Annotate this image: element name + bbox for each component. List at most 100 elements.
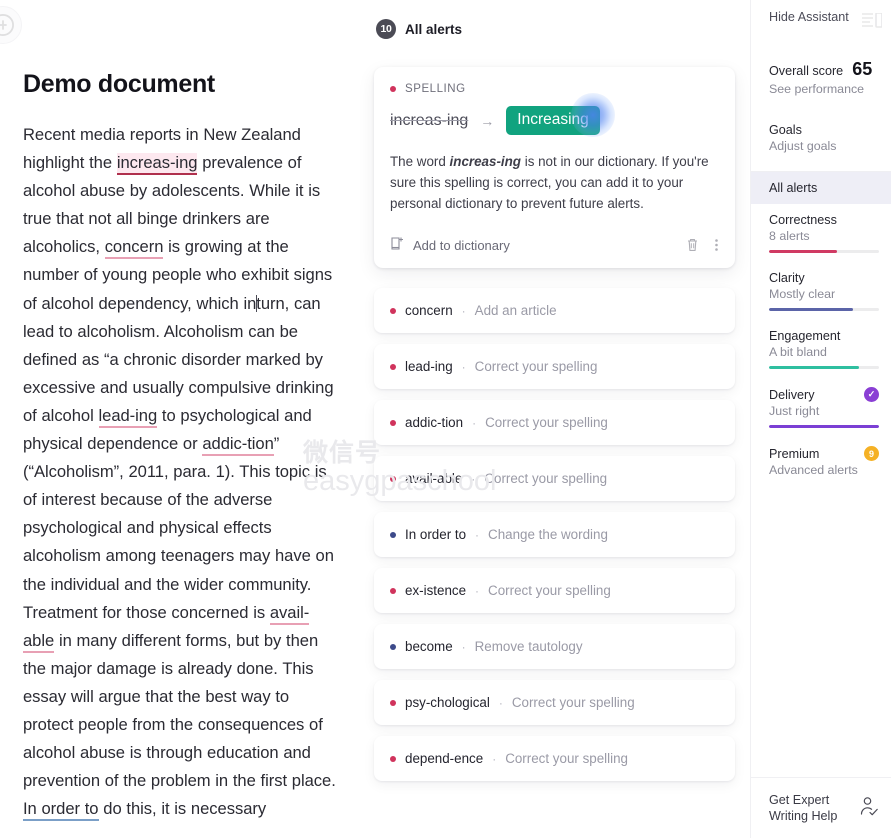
more-options-icon[interactable]: [714, 237, 719, 253]
get-expert-help-button[interactable]: Get Expert Writing Help: [751, 777, 891, 838]
metric-title: Premium: [769, 446, 820, 461]
see-performance-link[interactable]: See performance: [769, 82, 879, 96]
alert-row-action: Correct your spelling: [474, 359, 598, 374]
alerts-pane: 10 All alerts SPELLING increas-ing → Inc…: [360, 0, 750, 838]
alert-category-label: SPELLING: [405, 83, 466, 95]
trash-icon[interactable]: [685, 237, 700, 253]
alert-row-separator: ·: [475, 583, 480, 598]
document-pane: Demo document Recent media reports in Ne…: [0, 0, 360, 838]
goals-label: Goals: [769, 123, 802, 137]
metric-progress-bar: [769, 250, 879, 253]
alert-row-action: Remove tautology: [474, 639, 583, 654]
document-body[interactable]: Recent media reports in New Zealand high…: [23, 121, 338, 823]
alert-row[interactable]: lead-ing · Correct your spelling: [374, 344, 735, 389]
alert-row[interactable]: avail-able · Correct your spelling: [374, 456, 735, 501]
all-alerts-label: All alerts: [769, 181, 818, 195]
metric-subtitle: Advanced alerts: [769, 463, 858, 477]
metric-subtitle: A bit bland: [769, 345, 827, 359]
alert-row[interactable]: addic-tion · Correct your spelling: [374, 400, 735, 445]
get-expert-help-label: Get Expert Writing Help: [769, 793, 838, 823]
clarity-underline-in-order-to[interactable]: In order to: [23, 799, 99, 822]
sidebar-item-correctness[interactable]: Correctness 8 alerts: [751, 204, 891, 262]
alert-row-word: avail-able: [405, 471, 463, 486]
sidebar-item-engagement[interactable]: Engagement A bit bland: [751, 320, 891, 378]
collapse-panel-icon[interactable]: [862, 12, 883, 33]
alert-type-dot-icon: [390, 643, 396, 650]
metric-progress-bar: [769, 425, 879, 428]
sidebar-item-premium[interactable]: Premium 9 Advanced alerts: [751, 437, 891, 486]
alert-type-dot-icon: [390, 363, 396, 370]
assistant-app: Demo document Recent media reports in Ne…: [0, 0, 891, 838]
alert-row-word: depend-ence: [405, 751, 484, 766]
adjust-goals-link[interactable]: Adjust goals: [769, 139, 879, 153]
hide-assistant-row[interactable]: Hide Assistant: [751, 0, 891, 33]
overall-score-value: 65: [852, 59, 873, 79]
alert-row[interactable]: psy-chological · Correct your spelling: [374, 680, 735, 725]
alert-row-separator: ·: [461, 639, 466, 654]
metric-progress-fill: [769, 366, 860, 369]
alert-category: SPELLING: [390, 83, 719, 95]
metric-progress-fill: [769, 425, 879, 428]
doc-text-6: in many different forms, but by then the…: [23, 630, 336, 791]
add-to-dictionary-label: Add to dictionary: [413, 237, 510, 253]
goals-block: Goals Adjust goals: [769, 123, 879, 153]
metric-header: Premium 9: [769, 446, 879, 461]
spelling-underline-addiction[interactable]: addic-tion: [202, 434, 274, 457]
alert-row-separator: ·: [461, 303, 466, 318]
metric-title: Engagement: [769, 329, 841, 343]
original-word: increas-ing: [390, 111, 469, 129]
spelling-highlight-increasing[interactable]: increas-ing: [116, 153, 197, 176]
alert-row[interactable]: concern · Add an article: [374, 288, 735, 333]
doc-text-5: ” (“Alcoholism”, 2011, para. 1). This to…: [23, 434, 334, 622]
grammarly-logo-icon[interactable]: [0, 6, 22, 44]
spelling-underline-concern[interactable]: concern: [104, 237, 163, 260]
overall-score-label: Overall score: [769, 64, 844, 78]
metric-title: Delivery: [769, 387, 815, 402]
alert-cards-list: SPELLING increas-ing → Increasing The wo…: [360, 67, 750, 781]
alert-row-separator: ·: [492, 751, 497, 766]
doc-text-7: do this, it is necessary: [98, 799, 267, 819]
alert-row[interactable]: depend-ence · Correct your spelling: [374, 736, 735, 781]
alert-row-word: addic-tion: [405, 415, 464, 430]
hide-assistant-label: Hide Assistant: [769, 10, 849, 24]
alert-row-action: Correct your spelling: [485, 415, 608, 430]
alert-type-dot-icon: [390, 755, 396, 762]
add-to-dictionary-icon: [390, 236, 405, 255]
alert-row[interactable]: In order to · Change the wording: [374, 512, 735, 557]
alert-card-expanded[interactable]: SPELLING increas-ing → Increasing The wo…: [374, 67, 735, 268]
metric-progress-bar: [769, 366, 879, 369]
metric-header: Clarity: [769, 271, 879, 285]
sidebar-metrics-list: Correctness 8 alerts Clarity Mostly clear En…: [751, 204, 891, 486]
alert-card-footer: Add to dictionary: [390, 228, 719, 260]
metric-header: Correctness: [769, 213, 879, 227]
alert-row-separator: ·: [471, 471, 476, 486]
alert-type-dot-icon: [390, 587, 396, 594]
alert-row[interactable]: become · Remove tautology: [374, 624, 735, 669]
alert-row[interactable]: ex-istence · Correct your spelling: [374, 568, 735, 613]
alerts-header-label: All alerts: [405, 21, 463, 37]
alert-type-dot-icon: [390, 531, 396, 538]
alert-row-separator: ·: [475, 527, 480, 542]
metric-title: Clarity: [769, 271, 805, 285]
arrow-icon: →: [480, 112, 495, 129]
sidebar-item-all-alerts[interactable]: All alerts: [751, 172, 891, 204]
overall-score-block: Overall score 65 See performance Goals A…: [751, 59, 891, 153]
alert-row-action: Correct your spelling: [505, 751, 628, 766]
metric-progress-fill: [769, 250, 838, 253]
alert-row-word: lead-ing: [405, 359, 453, 374]
metric-title: Correctness: [769, 213, 837, 227]
alert-row-separator: ·: [498, 695, 503, 710]
collapsed-alert-rows: concern · Add an article lead-ing · Correct y…: [374, 288, 735, 781]
add-to-dictionary-button[interactable]: Add to dictionary: [390, 236, 510, 255]
sidebar-item-delivery[interactable]: Delivery ✓ Just right: [751, 378, 891, 437]
sidebar-item-clarity[interactable]: Clarity Mostly clear: [751, 262, 891, 320]
alerts-header: 10 All alerts: [360, 16, 750, 42]
alert-row-action: Correct your spelling: [488, 583, 611, 598]
metric-header: Engagement: [769, 329, 879, 343]
spelling-underline-leading[interactable]: lead-ing: [98, 405, 157, 428]
alert-row-action: Correct your spelling: [511, 695, 635, 710]
apply-suggestion-button[interactable]: Increasing: [506, 106, 600, 135]
alert-row-action: Change the wording: [488, 527, 608, 542]
alert-row-word: In order to: [405, 527, 467, 542]
alert-row-word: concern: [405, 303, 453, 318]
